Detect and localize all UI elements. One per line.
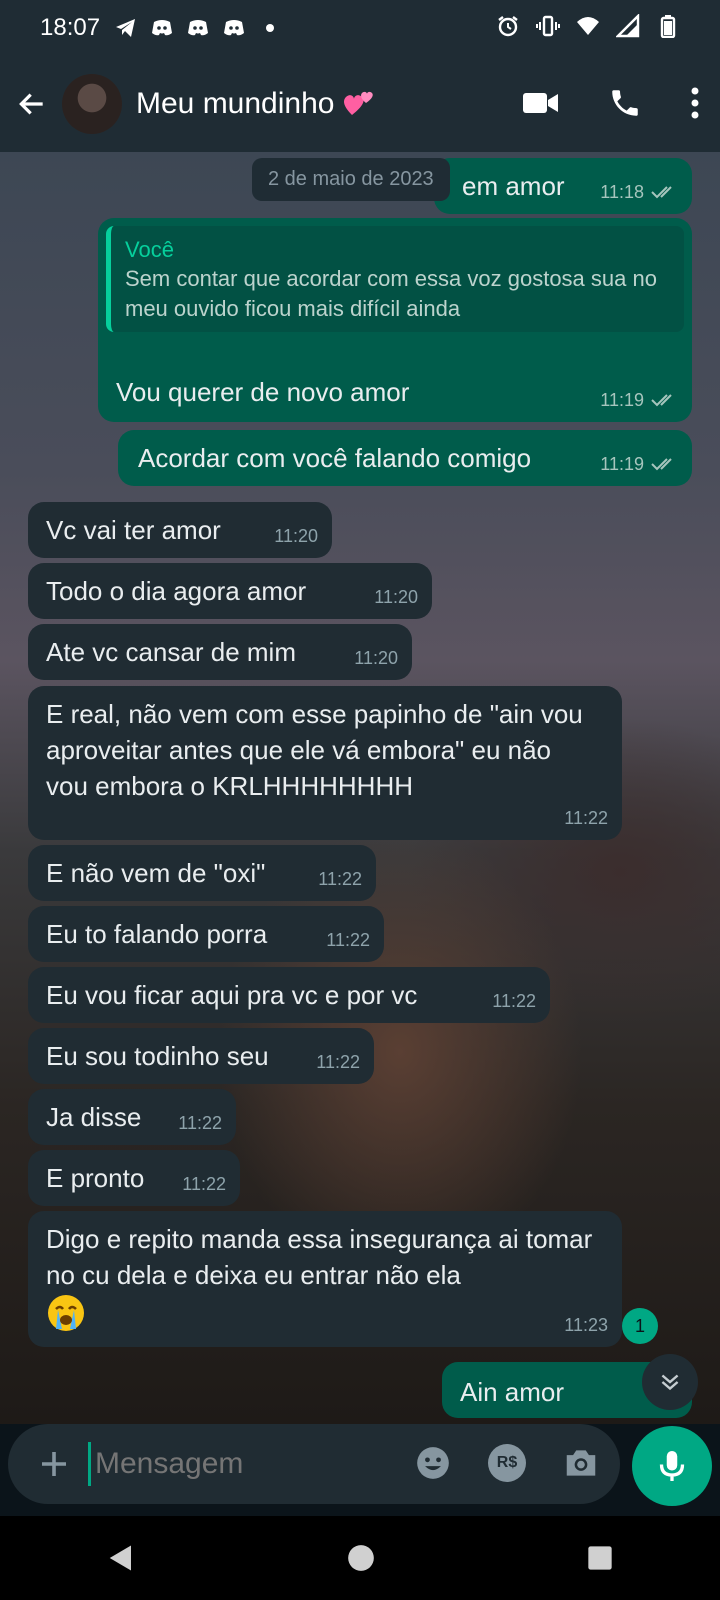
message-list[interactable]: em amor 11:18 2 de maio de 2023 Você Sem… — [0, 152, 720, 1424]
message-time: 11:19 — [600, 384, 678, 416]
message-bubble-outgoing[interactable]: em amor 11:18 — [434, 158, 692, 214]
phone-call-icon[interactable] — [608, 86, 642, 120]
message-time: 11:22 — [318, 869, 362, 889]
wifi-icon — [577, 17, 599, 35]
message-time: 11:20 — [274, 526, 318, 546]
message-input[interactable] — [93, 1446, 367, 1482]
message-bubble-incoming[interactable]: Vc vai ter amor 11:20 — [28, 502, 332, 558]
telegram-icon — [116, 19, 136, 37]
message-time: 11:22 — [564, 808, 608, 828]
battery-icon — [660, 15, 676, 38]
message-bubble-incoming[interactable]: Ate vc cansar de mim 11:20 — [28, 624, 412, 680]
avatar[interactable] — [62, 74, 122, 134]
message-bubble-incoming[interactable]: Ja disse 11:22 — [28, 1089, 236, 1145]
emoji-icon[interactable] — [414, 1444, 452, 1482]
nav-back-icon[interactable] — [106, 1543, 136, 1573]
message-time: 11:19 — [600, 448, 678, 480]
message-bubble-incoming[interactable]: E não vem de "oxi" 11:22 — [28, 845, 376, 901]
read-ticks-icon — [651, 458, 672, 471]
message-time: 11:20 — [354, 648, 398, 668]
status-time: 18:07 — [40, 14, 101, 41]
message-text: Eu vou ficar aqui pra vc e por vc — [46, 980, 418, 1010]
message-time: 11:22 — [178, 1113, 222, 1133]
quoted-message[interactable]: Você Sem contar que acordar com essa voz… — [106, 226, 684, 332]
message-time: 11:22 — [182, 1174, 226, 1194]
message-text: Ja disse — [46, 1102, 142, 1132]
message-text: E não vem de "oxi" — [46, 858, 266, 888]
message-composer: R$ — [8, 1424, 620, 1504]
message-text: Digo e repito manda essa insegurança ai … — [46, 1224, 593, 1290]
message-bubble-incoming[interactable]: E real, não vem com esse papinho de "ain… — [28, 686, 622, 840]
chat-title-text: Meu mundinho — [136, 87, 335, 120]
nav-home-icon[interactable] — [347, 1544, 375, 1572]
discord-icon — [188, 20, 209, 36]
back-arrow-icon — [19, 93, 43, 115]
camera-icon[interactable] — [562, 1444, 600, 1482]
message-text: Vou querer de novo amor — [116, 377, 410, 407]
discord-icon — [152, 20, 173, 36]
status-bar: 18:07 — [0, 0, 720, 56]
message-time: 11:23 — [564, 1315, 608, 1335]
message-bubble-outgoing[interactable]: Você Sem contar que acordar com essa voz… — [98, 218, 692, 422]
two-hearts-icon — [344, 91, 374, 115]
message-time: 11:20 — [374, 587, 418, 607]
crying-face-icon — [48, 1295, 84, 1331]
message-text: Ate vc cansar de mim — [46, 637, 296, 667]
message-bubble-incoming[interactable]: Digo e repito manda essa insegurança ai … — [28, 1211, 622, 1347]
message-bubble-outgoing[interactable]: Acordar com você falando comigo 11:19 — [118, 430, 692, 486]
chat-header: Meu mundinho — [0, 56, 720, 152]
scroll-to-bottom-button[interactable] — [642, 1354, 698, 1410]
discord-icon — [224, 20, 245, 36]
video-call-icon[interactable] — [522, 88, 560, 118]
quote-author: Você — [125, 237, 174, 262]
message-text: Eu to falando porra — [46, 919, 268, 949]
system-nav-bar — [0, 1516, 720, 1600]
chat-title[interactable]: Meu mundinho — [136, 87, 376, 121]
double-chevron-down-icon — [661, 1374, 679, 1391]
message-text: Acordar com você falando comigo — [138, 443, 532, 473]
message-time: 11:22 — [326, 930, 370, 950]
message-bubble-incoming[interactable]: Eu vou ficar aqui pra vc e por vc 11:22 — [28, 967, 550, 1023]
message-time: 11:22 — [492, 991, 536, 1011]
back-button[interactable] — [12, 84, 52, 124]
message-text: E real, não vem com esse papinho de "ain… — [46, 699, 583, 801]
message-bubble-incoming[interactable]: Eu sou todinho seu 11:22 — [28, 1028, 374, 1084]
read-ticks-icon — [651, 394, 672, 407]
voice-record-button[interactable] — [632, 1426, 712, 1506]
message-bubble-incoming[interactable]: Eu to falando porra 11:22 — [28, 906, 384, 962]
text-caret — [88, 1442, 91, 1486]
message-bubble-incoming[interactable]: E pronto 11:22 — [28, 1150, 240, 1206]
payment-label: R$ — [496, 1454, 518, 1471]
message-bubble-incoming[interactable]: Todo o dia agora amor 11:20 — [28, 563, 432, 619]
quote-text: Sem contar que acordar com essa voz gost… — [125, 266, 657, 321]
signal-icon — [616, 14, 640, 38]
dot-icon — [266, 24, 275, 32]
message-time: 11:18 — [600, 176, 678, 208]
message-time: 11:22 — [316, 1052, 360, 1072]
microphone-icon — [659, 1451, 685, 1481]
message-text: Ain amor — [460, 1377, 565, 1407]
message-text: Todo o dia agora amor — [46, 576, 307, 606]
message-text: Vc vai ter amor — [46, 515, 221, 545]
unread-count-badge: 1 — [622, 1308, 658, 1344]
date-chip: 2 de maio de 2023 — [252, 158, 450, 201]
message-text: Eu sou todinho seu — [46, 1041, 269, 1071]
more-vert-icon[interactable] — [690, 86, 700, 120]
message-text: em amor — [462, 171, 565, 201]
alarm-icon — [498, 16, 518, 37]
payment-icon[interactable]: R$ — [488, 1444, 526, 1482]
message-text: E pronto — [46, 1163, 145, 1193]
vibrate-icon — [536, 15, 560, 37]
read-ticks-icon — [651, 186, 672, 199]
nav-recents-icon[interactable] — [586, 1544, 614, 1572]
plus-icon[interactable] — [36, 1446, 72, 1482]
